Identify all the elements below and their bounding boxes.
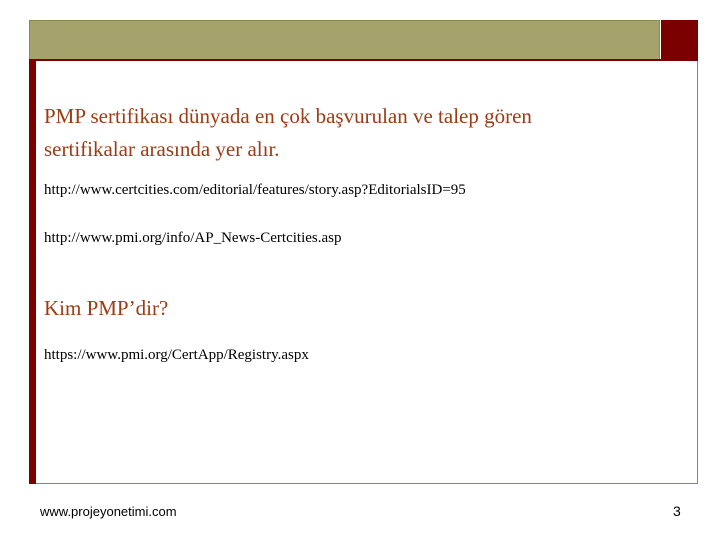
pmi-news-link[interactable]: http://www.pmi.org/info/AP_News-Certciti… xyxy=(44,229,684,247)
left-accent-bar xyxy=(29,61,36,484)
slide-heading-line2: sertifikalar arasında yer alır. xyxy=(44,137,280,161)
slide-heading: PMP sertifikası dünyada en çok başvurula… xyxy=(44,100,684,166)
header-accent-block xyxy=(661,20,698,60)
page-number: 3 xyxy=(673,503,681,519)
slide-content: PMP sertifikası dünyada en çok başvurula… xyxy=(44,100,684,364)
certcities-link[interactable]: http://www.certcities.com/editorial/feat… xyxy=(44,181,684,199)
slide-subheading: Kim PMP’dir? xyxy=(44,296,169,320)
pmi-registry-link[interactable]: https://www.pmi.org/CertApp/Registry.asp… xyxy=(44,346,684,364)
header-band xyxy=(29,20,660,60)
footer-website: www.projeyonetimi.com xyxy=(40,504,177,519)
slide-heading-line1: PMP sertifikası dünyada en çok başvurula… xyxy=(44,104,532,128)
